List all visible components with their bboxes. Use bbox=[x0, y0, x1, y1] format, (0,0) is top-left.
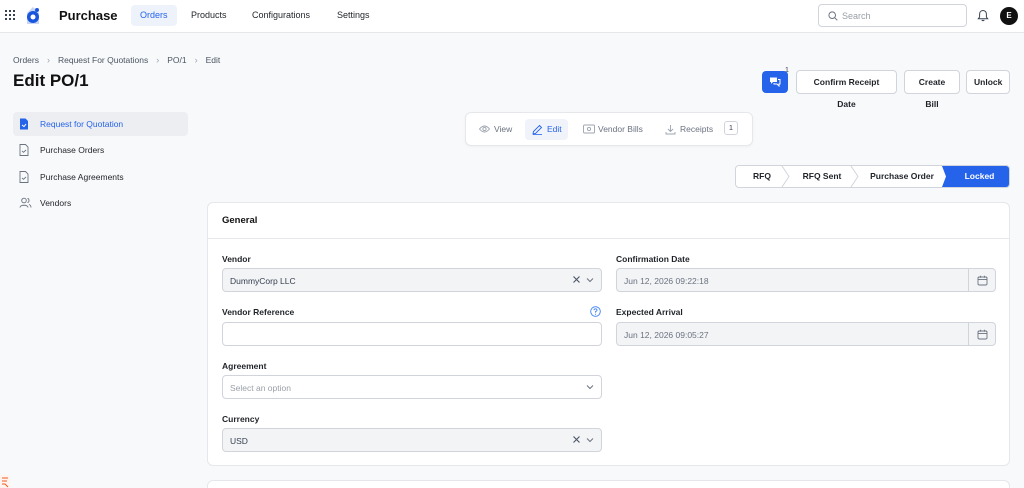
expected-arrival-label: Expected Arrival bbox=[616, 307, 683, 317]
receipts-count-badge: 1 bbox=[724, 121, 738, 135]
clear-icon[interactable] bbox=[572, 435, 581, 444]
tab-label: View bbox=[494, 124, 513, 134]
expected-arrival-input[interactable]: Jun 12, 2026 09:05:27 bbox=[616, 322, 996, 346]
apps-grid-icon[interactable] bbox=[5, 10, 15, 20]
notification-bell-icon[interactable] bbox=[977, 9, 989, 22]
view-tabs: View Edit Vendor Bills Receipts bbox=[465, 112, 753, 146]
chevron-down-icon bbox=[586, 385, 594, 390]
sidebar-item-request-for-quotation[interactable]: Request for Quotation bbox=[13, 112, 188, 136]
tab-vendor-bills[interactable]: Vendor Bills bbox=[576, 119, 649, 140]
calendar-icon[interactable] bbox=[977, 275, 988, 286]
status-stages: RFQ RFQ Sent Purchase Order Locked bbox=[735, 165, 1010, 188]
breadcrumb-orders[interactable]: Orders bbox=[13, 55, 39, 65]
sidebar-item-purchase-agreements[interactable]: Purchase Agreements bbox=[13, 165, 188, 189]
agreement-label: Agreement bbox=[222, 361, 267, 371]
chat-count-badge: 1 bbox=[785, 67, 789, 74]
calendar-icon[interactable] bbox=[977, 329, 988, 340]
chat-icon bbox=[770, 77, 781, 87]
currency-label: Currency bbox=[222, 414, 260, 424]
rfq-file-icon bbox=[20, 118, 28, 130]
search-box[interactable] bbox=[818, 4, 967, 27]
chat-button[interactable] bbox=[762, 71, 788, 93]
nav-products[interactable]: Products bbox=[182, 5, 236, 26]
sidebar-item-label: Purchase Agreements bbox=[40, 172, 124, 182]
breadcrumb: Orders › Request For Quotations › PO/1 ›… bbox=[13, 55, 220, 65]
tab-receipts[interactable]: Receipts bbox=[658, 119, 719, 140]
tab-label: Receipts bbox=[680, 124, 714, 134]
nav-settings[interactable]: Settings bbox=[328, 5, 379, 26]
tab-label: Edit bbox=[547, 124, 562, 134]
document-icon bbox=[19, 144, 29, 156]
stage-purchase-order[interactable]: Purchase Order bbox=[856, 166, 948, 187]
chevron-down-icon bbox=[586, 438, 594, 443]
confirmation-date-value: Jun 12, 2026 09:22:18 bbox=[624, 276, 709, 286]
currency-value: USD bbox=[230, 436, 248, 446]
debug-toolbar-icon[interactable] bbox=[0, 475, 10, 488]
help-circle-icon[interactable] bbox=[590, 306, 601, 317]
stage-locked[interactable]: Locked bbox=[948, 166, 1009, 187]
pencil-icon bbox=[532, 124, 543, 135]
nav-orders[interactable]: Orders bbox=[131, 5, 177, 26]
page-title: Edit PO/1 bbox=[13, 71, 89, 90]
create-bill-button[interactable]: Create Bill bbox=[904, 70, 960, 109]
section-title: General bbox=[222, 215, 258, 226]
sidebar-item-label: Request for Quotation bbox=[40, 119, 124, 129]
search-input[interactable] bbox=[842, 9, 960, 23]
users-icon bbox=[19, 197, 32, 208]
agreement-placeholder: Select an option bbox=[230, 383, 291, 393]
expected-arrival-value: Jun 12, 2026 09:05:27 bbox=[624, 330, 709, 340]
sidebar-item-label: Purchase Orders bbox=[40, 145, 105, 155]
vendor-select[interactable]: DummyCorp LLC bbox=[222, 268, 602, 292]
sidebar-item-vendors[interactable]: Vendors bbox=[13, 191, 188, 215]
document-icon bbox=[19, 171, 29, 183]
sidebar-item-purchase-orders[interactable]: Purchase Orders bbox=[13, 138, 188, 162]
next-card bbox=[207, 480, 1010, 488]
breadcrumb-rfq[interactable]: Request For Quotations bbox=[58, 55, 148, 65]
currency-select[interactable]: USD bbox=[222, 428, 602, 452]
sidebar-item-label: Vendors bbox=[40, 198, 72, 208]
confirmation-date-label: Confirmation Date bbox=[616, 254, 690, 264]
vendor-value: DummyCorp LLC bbox=[230, 276, 296, 286]
tab-edit[interactable]: Edit bbox=[525, 119, 568, 140]
divider bbox=[968, 269, 969, 291]
tab-label: Vendor Bills bbox=[598, 124, 643, 134]
vendor-label: Vendor bbox=[222, 254, 251, 264]
breadcrumb-po[interactable]: PO/1 bbox=[167, 55, 186, 65]
stage-rfq[interactable]: RFQ bbox=[736, 166, 788, 187]
app-title: Purchase bbox=[59, 8, 118, 23]
agreement-select[interactable]: Select an option bbox=[222, 375, 602, 399]
top-bar: Purchase Orders Products Configurations … bbox=[0, 0, 1024, 33]
confirm-receipt-date-button[interactable]: Confirm Receipt Date bbox=[796, 70, 897, 109]
nav-configurations[interactable]: Configurations bbox=[243, 5, 319, 26]
chevron-right-icon: › bbox=[46, 55, 50, 65]
breadcrumb-edit: Edit bbox=[205, 55, 221, 65]
tab-view[interactable]: View bbox=[472, 119, 518, 140]
unlock-button[interactable]: Unlock bbox=[966, 70, 1010, 94]
vendor-reference-label: Vendor Reference bbox=[222, 307, 295, 317]
app-logo-icon bbox=[27, 7, 39, 24]
stage-rfq-sent[interactable]: RFQ Sent bbox=[788, 166, 856, 187]
user-avatar[interactable]: E bbox=[1000, 7, 1018, 25]
search-icon bbox=[828, 11, 838, 21]
bill-icon bbox=[583, 124, 595, 134]
confirmation-date-input[interactable]: Jun 12, 2026 09:22:18 bbox=[616, 268, 996, 292]
chevron-down-icon bbox=[586, 278, 594, 283]
card-header: General bbox=[208, 203, 1009, 239]
clear-icon[interactable] bbox=[572, 275, 581, 284]
divider bbox=[968, 323, 969, 345]
eye-icon bbox=[479, 125, 490, 133]
download-icon bbox=[665, 125, 676, 135]
chevron-right-icon: › bbox=[194, 55, 198, 65]
vendor-reference-input[interactable] bbox=[222, 322, 602, 346]
chevron-right-icon: › bbox=[156, 55, 160, 65]
